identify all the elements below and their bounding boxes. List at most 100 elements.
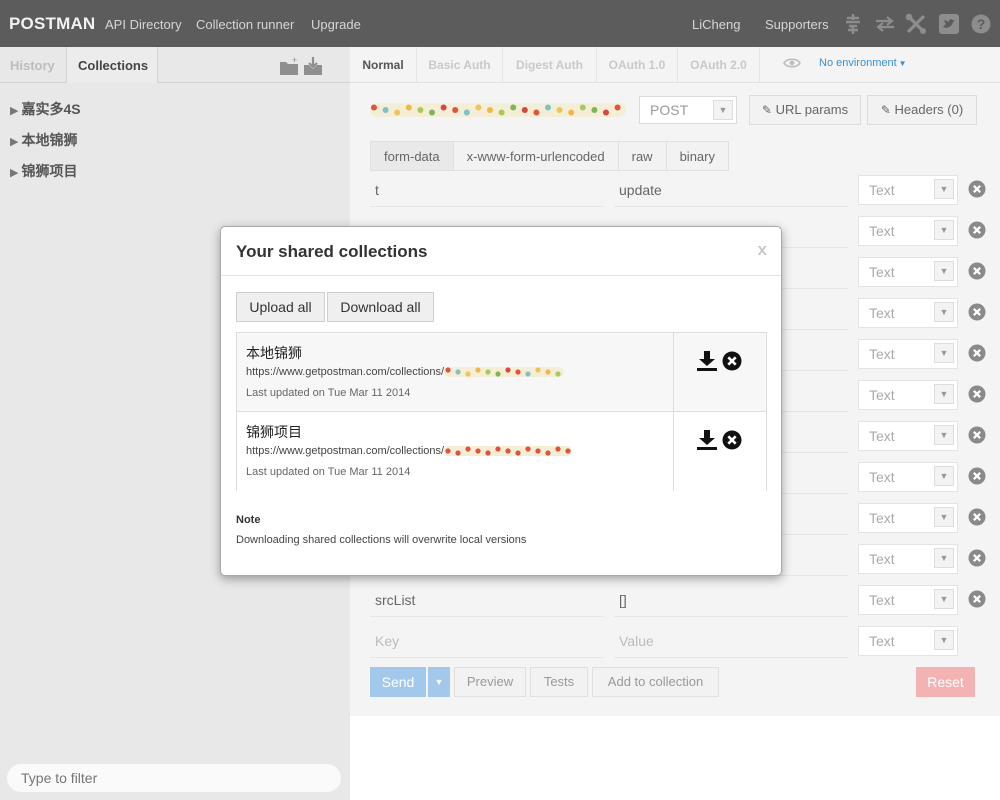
nav-user[interactable]: LiCheng bbox=[692, 17, 740, 32]
param-type-select[interactable]: Text ▼ bbox=[858, 544, 958, 574]
delete-icon[interactable] bbox=[722, 351, 742, 371]
param-value-input[interactable]: [] bbox=[614, 585, 848, 617]
close-icon[interactable]: x bbox=[758, 240, 767, 260]
reset-button[interactable]: Reset bbox=[916, 667, 975, 697]
download-icon[interactable] bbox=[696, 430, 718, 450]
sidebar-collection-item[interactable]: ▶ 锦狮项目 bbox=[10, 161, 77, 181]
tab-basic-auth[interactable]: Basic Auth bbox=[417, 47, 503, 83]
chevron-down-icon: ▼ bbox=[934, 466, 954, 486]
param-type-select[interactable]: Text ▼ bbox=[858, 503, 958, 533]
sidebar-collection-item[interactable]: ▶ 嘉实多4S bbox=[10, 99, 81, 119]
tab-normal[interactable]: Normal bbox=[350, 47, 417, 83]
send-button[interactable]: Send bbox=[370, 667, 426, 697]
param-type-select[interactable]: Text ▼ bbox=[858, 421, 958, 451]
delete-param-icon[interactable] bbox=[968, 467, 986, 485]
param-type-select[interactable]: Text ▼ bbox=[858, 462, 958, 492]
tab-binary[interactable]: binary bbox=[666, 141, 729, 171]
environment-selector[interactable]: No environment ▼ bbox=[783, 57, 907, 69]
interceptor-icon[interactable] bbox=[842, 13, 864, 35]
tab-urlencoded[interactable]: x-www-form-urlencoded bbox=[453, 141, 619, 171]
download-all-button[interactable]: Download all bbox=[327, 292, 434, 322]
tab-history[interactable]: History bbox=[10, 47, 55, 83]
url-input[interactable] bbox=[370, 96, 628, 124]
svg-text:+: + bbox=[292, 56, 297, 65]
settings-tools-icon[interactable] bbox=[905, 13, 927, 35]
download-icon[interactable] bbox=[696, 351, 718, 371]
add-to-collection-button[interactable]: Add to collection bbox=[592, 667, 719, 697]
delete-param-icon[interactable] bbox=[968, 426, 986, 444]
caret-right-icon: ▶ bbox=[10, 167, 19, 179]
delete-param-icon[interactable] bbox=[968, 344, 986, 362]
tab-raw[interactable]: raw bbox=[618, 141, 667, 171]
param-type-select[interactable]: Text ▼ bbox=[858, 216, 958, 246]
param-type-select[interactable]: Text ▼ bbox=[858, 339, 958, 369]
param-type-value: Text bbox=[869, 510, 895, 526]
param-value-input[interactable]: update bbox=[614, 175, 848, 207]
delete-param-icon[interactable] bbox=[968, 590, 986, 608]
tests-button[interactable]: Tests bbox=[530, 667, 588, 697]
svg-text:?: ? bbox=[977, 16, 986, 32]
note-title: Note bbox=[236, 514, 261, 526]
param-type-value: Text bbox=[869, 592, 895, 608]
url-params-button[interactable]: ✎ URL params bbox=[749, 95, 861, 125]
chevron-down-icon: ▼ bbox=[934, 302, 954, 322]
param-value-input[interactable]: Value bbox=[614, 626, 848, 658]
delete-icon[interactable] bbox=[722, 430, 742, 450]
param-key-input[interactable]: t bbox=[370, 175, 604, 207]
param-type-select[interactable]: Text ▼ bbox=[858, 380, 958, 410]
nav-collection-runner[interactable]: Collection runner bbox=[196, 17, 294, 32]
delete-param-icon[interactable] bbox=[968, 221, 986, 239]
chevron-down-icon: ▼ bbox=[898, 58, 907, 68]
param-type-select[interactable]: Text ▼ bbox=[858, 298, 958, 328]
app-logo[interactable]: POSTMAN bbox=[9, 14, 95, 34]
param-row: srcList [] Text ▼ bbox=[370, 585, 990, 617]
filter-input[interactable] bbox=[7, 764, 341, 792]
twitter-icon[interactable] bbox=[938, 13, 960, 35]
help-icon[interactable]: ? bbox=[970, 13, 992, 35]
param-type-select[interactable]: Text ▼ bbox=[858, 175, 958, 205]
shared-collection-url[interactable]: https://www.getpostman.com/collections/ bbox=[246, 444, 574, 458]
delete-param-icon[interactable] bbox=[968, 262, 986, 280]
param-key-input[interactable]: srcList bbox=[370, 585, 604, 617]
param-key-input[interactable]: Key bbox=[370, 626, 604, 658]
param-type-select[interactable]: Text ▼ bbox=[858, 585, 958, 615]
preview-button[interactable]: Preview bbox=[454, 667, 526, 697]
tab-oauth1[interactable]: OAuth 1.0 bbox=[597, 47, 678, 83]
sidebar-collection-item[interactable]: ▶ 本地锦狮 bbox=[10, 130, 77, 150]
nav-api-directory[interactable]: API Directory bbox=[105, 17, 182, 32]
response-area bbox=[350, 716, 1000, 800]
param-type-select[interactable]: Text ▼ bbox=[858, 626, 958, 656]
headers-button[interactable]: ✎ Headers (0) bbox=[867, 95, 977, 125]
delete-param-icon[interactable] bbox=[968, 549, 986, 567]
note-text: Downloading shared collections will over… bbox=[236, 534, 527, 546]
row-actions bbox=[696, 430, 742, 450]
table-row: 本地锦狮 https://www.getpostman.com/collecti… bbox=[237, 333, 766, 412]
shared-collection-updated: Last updated on Tue Mar 11 2014 bbox=[246, 466, 411, 478]
eye-icon[interactable] bbox=[783, 57, 801, 69]
collection-name: 本地锦狮 bbox=[21, 132, 78, 148]
sync-icon[interactable] bbox=[874, 13, 896, 35]
caret-right-icon: ▶ bbox=[10, 105, 19, 117]
upload-all-button[interactable]: Upload all bbox=[236, 292, 325, 322]
delete-param-icon[interactable] bbox=[968, 508, 986, 526]
param-type-select[interactable]: Text ▼ bbox=[858, 257, 958, 287]
new-collection-icon[interactable]: + bbox=[279, 55, 299, 76]
tab-collections[interactable]: Collections bbox=[66, 47, 158, 83]
tab-form-data[interactable]: form-data bbox=[370, 141, 454, 171]
tab-digest-auth[interactable]: Digest Auth bbox=[503, 47, 597, 83]
method-select[interactable]: POST ▼ bbox=[639, 96, 737, 124]
tab-oauth2[interactable]: OAuth 2.0 bbox=[678, 47, 760, 83]
top-nav-bar: POSTMAN API Directory Collection runner … bbox=[0, 0, 1000, 47]
nav-supporters[interactable]: Supporters bbox=[765, 17, 829, 32]
delete-param-icon[interactable] bbox=[968, 385, 986, 403]
param-type-value: Text bbox=[869, 264, 895, 280]
delete-param-icon[interactable] bbox=[968, 180, 986, 198]
chevron-down-icon: ▼ bbox=[934, 220, 954, 240]
delete-param-icon[interactable] bbox=[968, 303, 986, 321]
shared-collection-url[interactable]: https://www.getpostman.com/collections/ bbox=[246, 365, 566, 379]
nav-upgrade[interactable]: Upgrade bbox=[311, 17, 361, 32]
send-options-icon[interactable]: ▼ bbox=[428, 667, 450, 697]
chevron-down-icon: ▼ bbox=[934, 261, 954, 281]
import-collection-icon[interactable] bbox=[303, 56, 323, 76]
redacted-id bbox=[444, 446, 573, 456]
